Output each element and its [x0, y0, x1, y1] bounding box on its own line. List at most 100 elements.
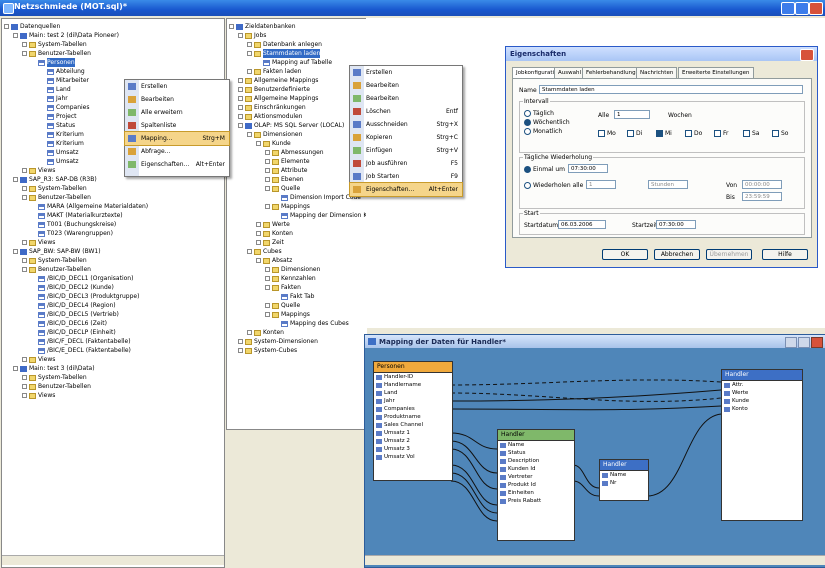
tree-item-system-tabellen[interactable]: System-Tabellen — [4, 40, 148, 49]
close-button[interactable] — [809, 2, 823, 15]
menu-item-abfrage[interactable]: Abfrage... — [125, 145, 229, 158]
tree-item-datenquellen[interactable]: Datenquellen — [4, 22, 148, 31]
tree-item-zeit[interactable]: Zeit — [229, 238, 367, 247]
tree-item-olap-ms-sql-server-local[interactable]: OLAP: MS SQL Server (LOCAL) — [229, 121, 367, 130]
tree-item-werte[interactable]: Werte — [229, 220, 367, 229]
expand-toggle[interactable] — [238, 348, 243, 353]
expand-toggle[interactable] — [265, 285, 270, 290]
expand-toggle[interactable] — [238, 96, 243, 101]
minimize-button[interactable] — [781, 2, 795, 15]
field-produkt-id[interactable]: Produkt Id — [498, 481, 574, 489]
field-werte[interactable]: Werte — [722, 389, 802, 397]
expand-toggle[interactable] — [238, 33, 243, 38]
field-land[interactable]: Land — [374, 389, 452, 397]
menu-item-bearbeiten[interactable]: Bearbeiten — [125, 93, 229, 106]
tree-item-views[interactable]: Views — [4, 238, 148, 247]
menu-item-kopieren[interactable]: Kopieren Strg+C — [350, 131, 462, 144]
tree-item-views[interactable]: Views — [4, 355, 148, 364]
help-button[interactable]: Hilfe — [762, 249, 808, 260]
expand-toggle[interactable] — [22, 195, 27, 200]
field-umsatz-3[interactable]: Umsatz 3 — [374, 445, 452, 453]
tree-item-konten[interactable]: Konten — [229, 229, 367, 238]
mapping-horizontal-scrollbar[interactable] — [365, 555, 825, 565]
menu-item-job-ausf-hren[interactable]: Job ausführen F5 — [350, 157, 462, 170]
field-umsatz-2[interactable]: Umsatz 2 — [374, 437, 452, 445]
tree-item-bic-e-decl-faktentabelle[interactable]: /BIC/E_DECL (Faktentabelle) — [4, 346, 148, 355]
weekday-checkbox-mo[interactable]: Mo — [598, 130, 616, 137]
tree-item-mara-allgemeine-materialdaten[interactable]: MARA (Allgemeine Materialdaten) — [4, 202, 148, 211]
repeat-field[interactable]: 1 — [586, 180, 616, 189]
tree-item-fakt-tab[interactable]: Fakt Tab — [229, 292, 367, 301]
expand-toggle[interactable] — [22, 168, 27, 173]
expand-toggle[interactable] — [13, 33, 18, 38]
expand-toggle[interactable] — [247, 51, 252, 56]
tree-item-datenbank-anlegen[interactable]: Datenbank anlegen — [229, 40, 367, 49]
every-field[interactable]: 1 — [614, 110, 650, 119]
mapping-minimize-button[interactable] — [785, 337, 797, 348]
weekday-checkbox-di[interactable]: Di — [627, 130, 642, 137]
tree-item-abteilung[interactable]: Abteilung — [4, 67, 148, 76]
tree-item-fakten-laden[interactable]: Fakten laden — [229, 67, 367, 76]
expand-toggle[interactable] — [265, 186, 270, 191]
field-preis-rabatt[interactable]: Preis Rabatt — [498, 497, 574, 505]
tree-item-quelle[interactable]: Quelle — [229, 184, 367, 193]
radio-woechentlich[interactable]: Wöchentlich — [524, 119, 570, 126]
menu-item-einf-gen[interactable]: Einfügen Strg+V — [350, 144, 462, 157]
field-attr[interactable]: Attr. — [722, 381, 802, 389]
target-table-box[interactable]: Handler Attr. Werte Kunde Konto — [721, 369, 803, 521]
expand-toggle[interactable] — [229, 24, 234, 29]
field-name[interactable]: Name — [498, 441, 574, 449]
field-konto[interactable]: Konto — [722, 405, 802, 413]
tree-item-kunde[interactable]: Kunde — [229, 139, 367, 148]
expand-toggle[interactable] — [22, 240, 27, 245]
field-einheiten[interactable]: Einheiten — [498, 489, 574, 497]
tree-item-mappings[interactable]: Mappings — [229, 310, 367, 319]
tree-item-t001-buchungskreise[interactable]: T001 (Buchungskreise) — [4, 220, 148, 229]
menu-item-job-starten[interactable]: Job Starten F9 — [350, 170, 462, 183]
expand-toggle[interactable] — [256, 231, 261, 236]
tree-item-elemente[interactable]: Elemente — [229, 157, 367, 166]
tree-item-stammdaten-laden[interactable]: Stammdaten laden — [229, 49, 367, 58]
tab-auswahl[interactable]: Auswahl — [554, 67, 585, 78]
tree-item-mapping-des-cubes[interactable]: Mapping des Cubes — [229, 319, 367, 328]
tree-item-aktionsmodulen[interactable]: Aktionsmodulen — [229, 112, 367, 121]
lookup-table-box[interactable]: Handler Name Nr — [599, 459, 649, 501]
menu-item-bearbeiten[interactable]: Bearbeiten — [350, 79, 462, 92]
radio-repeat[interactable]: Wiederholen alle — [524, 182, 583, 189]
tree-item-system-tabellen[interactable]: System-Tabellen — [4, 256, 148, 265]
expand-toggle[interactable] — [22, 393, 27, 398]
expand-toggle[interactable] — [247, 42, 252, 47]
expand-toggle[interactable] — [265, 267, 270, 272]
field-name[interactable]: Name — [600, 471, 648, 479]
ok-button[interactable]: OK — [602, 249, 648, 260]
tree-item-jobs[interactable]: Jobs — [229, 31, 367, 40]
tree-item-bic-f-decl-faktentabelle[interactable]: /BIC/F_DECL (Faktentabelle) — [4, 337, 148, 346]
tree-item-benutzer-tabellen[interactable]: Benutzer-Tabellen — [4, 382, 148, 391]
expand-toggle[interactable] — [265, 312, 270, 317]
weekday-checkbox-so[interactable]: So — [772, 130, 788, 137]
expand-toggle[interactable] — [238, 87, 243, 92]
tree-item-quelle[interactable]: Quelle — [229, 301, 367, 310]
expand-toggle[interactable] — [238, 339, 243, 344]
tree-item-ebenen[interactable]: Ebenen — [229, 175, 367, 184]
expand-toggle[interactable] — [22, 375, 27, 380]
expand-toggle[interactable] — [22, 267, 27, 272]
tree-item-main-test-3-dil-data[interactable]: Main: test 3 (dil\Data) — [4, 364, 148, 373]
expand-toggle[interactable] — [247, 249, 252, 254]
expand-toggle[interactable] — [13, 177, 18, 182]
tree-item-benutzer-tabellen[interactable]: Benutzer-Tabellen — [4, 49, 148, 58]
tree-item-system-tabellen[interactable]: System-Tabellen — [4, 184, 148, 193]
menu-item-eigenschaften[interactable]: Eigenschaften... Alt+Enter — [349, 182, 463, 197]
weekday-checkbox-fr[interactable]: Fr — [714, 130, 728, 137]
radio-taeglich[interactable]: Täglich — [524, 110, 554, 117]
expand-toggle[interactable] — [265, 303, 270, 308]
tree-item-main-test-2-dil-data-pioneer[interactable]: Main: test 2 (dil\Data Pioneer) — [4, 31, 148, 40]
tree-item-abmessungen[interactable]: Abmessungen — [229, 148, 367, 157]
tree-item-allgemeine-mappings[interactable]: Allgemeine Mappings — [229, 94, 367, 103]
expand-toggle[interactable] — [265, 159, 270, 164]
tab-fehlerbehandlung[interactable]: Fehlerbehandlung — [582, 67, 640, 78]
weekday-checkbox-sa[interactable]: Sa — [743, 130, 760, 137]
weekday-checkbox-mi[interactable]: Mi — [656, 130, 672, 137]
expand-toggle[interactable] — [247, 330, 252, 335]
expand-toggle[interactable] — [265, 150, 270, 155]
